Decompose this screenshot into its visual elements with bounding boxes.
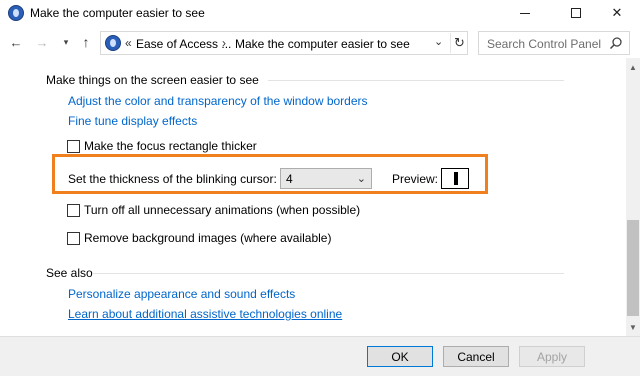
link-assistive-technologies[interactable]: Learn about additional assistive technol… [68,307,342,321]
link-window-borders[interactable]: Adjust the color and transparency of the… [68,94,368,108]
cursor-preview-caret [454,172,458,185]
vertical-scrollbar[interactable]: ▲ ▼ [626,58,640,336]
scroll-up-icon[interactable]: ▲ [626,60,640,74]
cursor-thickness-label: Set the thickness of the blinking cursor… [68,172,277,186]
cursor-thickness-value: 4 [286,172,293,186]
background-images-option[interactable]: Remove background images (where availabl… [67,230,331,246]
maximize-icon [571,8,581,18]
apply-button[interactable]: Apply [519,346,585,367]
search-icon[interactable] [609,36,623,50]
dialog-footer: OK Cancel Apply [0,336,640,376]
preview-label: Preview: [392,172,439,186]
section-heading-see-also: See also [46,266,93,280]
link-display-effects[interactable]: Fine tune display effects [68,114,197,128]
background-images-checkbox[interactable] [67,231,80,245]
breadcrumb-overflow[interactable]: « [125,36,132,50]
animations-option[interactable]: Turn off all unnecessary animations (whe… [67,202,360,218]
focus-rectangle-option[interactable]: Make the focus rectangle thicker [67,138,257,154]
up-arrow-icon[interactable]: ↑ [78,34,94,50]
minimize-button[interactable] [502,0,548,26]
chevron-down-icon[interactable]: ⌄ [434,35,443,48]
recent-locations-icon[interactable]: ▾ [58,34,74,50]
section-divider [92,273,564,274]
control-panel-icon [105,35,121,51]
focus-rectangle-label: Make the focus rectangle thicker [84,139,257,153]
breadcrumb-ease-of-access[interactable]: Ease of Access ... [136,37,231,51]
breadcrumb-separator[interactable]: › [222,36,226,50]
app-icon [8,5,24,21]
ok-button[interactable]: OK [367,346,433,367]
focus-rectangle-checkbox[interactable] [67,139,80,153]
title-bar: Make the computer easier to see ✕ [0,0,640,26]
search-input[interactable]: Search Control Panel [478,31,630,55]
search-placeholder: Search Control Panel [487,37,602,51]
forward-arrow-icon[interactable]: → [34,34,50,50]
cancel-button[interactable]: Cancel [443,346,509,367]
back-arrow-icon[interactable]: ← [8,34,24,50]
close-button[interactable]: ✕ [594,0,640,26]
scrollbar-thumb[interactable] [627,220,639,316]
scroll-down-icon[interactable]: ▼ [626,320,640,334]
window-title: Make the computer easier to see [30,6,205,20]
animations-label: Turn off all unnecessary animations (whe… [84,203,361,217]
address-bar[interactable]: « Ease of Access ... › Make the computer… [100,31,468,55]
navigation-bar: ← → ▾ ↑ « Ease of Access ... › Make the … [0,28,640,58]
section-divider [268,80,564,81]
link-personalize[interactable]: Personalize appearance and sound effects [68,287,295,301]
breadcrumb-current[interactable]: Make the computer easier to see [235,37,410,51]
section-heading-screen: Make things on the screen easier to see [46,73,259,87]
close-icon: ✕ [611,5,623,20]
background-images-label: Remove background images (where availabl… [84,231,332,245]
content-pane: Make things on the screen easier to see … [0,58,626,336]
cursor-thickness-select[interactable]: 4 ⌄ [280,168,372,189]
chevron-down-icon: ⌄ [356,173,366,185]
minimize-icon [520,12,530,14]
cursor-preview [441,168,469,189]
maximize-button[interactable] [553,0,599,26]
animations-checkbox[interactable] [67,203,80,217]
refresh-icon[interactable]: ↻ [450,33,468,53]
